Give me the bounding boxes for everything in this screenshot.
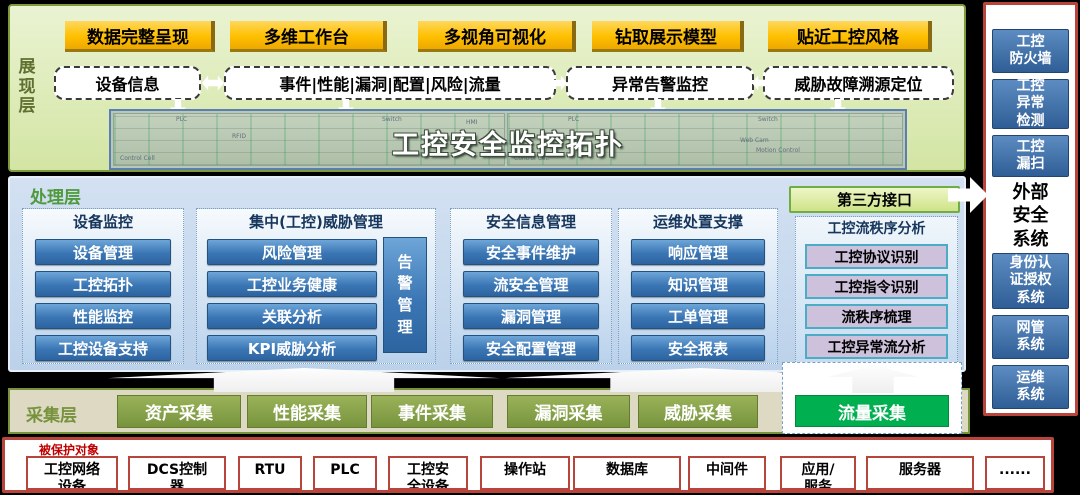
system-identity-auth: 身份认 证授权 系统 <box>992 253 1069 309</box>
module-knowledge-management: 知识管理 <box>631 271 765 297</box>
module-performance-monitor: 性能监控 <box>35 303 171 329</box>
feature-button-data-presentation: 数据完整呈现 <box>65 21 215 52</box>
group-flow-order-analysis: 工控流秩序分析 工控协议识别 工控指令识别 流秩序梳理 工控异常流分析 <box>795 216 958 366</box>
module-ics-abnormal-flow-analysis: 工控异常流分析 <box>805 334 948 359</box>
feature-button-ics-style: 贴近工控风格 <box>768 21 932 52</box>
module-vulnerability-management: 漏洞管理 <box>463 303 599 329</box>
presentation-layer-label: 展 现 层 <box>15 58 39 117</box>
group-title: 设备监控 <box>23 209 183 233</box>
external-systems-label: 外部 安全 系统 <box>986 181 1075 251</box>
object-server: 服务器 <box>866 456 974 490</box>
module-ics-business-health: 工控业务健康 <box>207 271 377 297</box>
system-ops-mgmt: 运维 系统 <box>992 365 1069 409</box>
view-box-event-metrics: 事件|性能|漏洞|配置|风险|流量 <box>224 66 556 100</box>
group-title: 运维处置支撑 <box>619 209 777 233</box>
module-flow-security-management: 流安全管理 <box>463 271 599 297</box>
object-plc: PLC <box>313 456 377 490</box>
collect-vulnerability: 漏洞采集 <box>507 395 630 428</box>
group-title: 工控流秩序分析 <box>796 217 957 239</box>
group-device-monitoring: 设备监控 设备管理 工控拓扑 性能监控 工控设备支持 <box>22 208 184 364</box>
presentation-layer: 展 现 层 数据完整呈现 多维工作台 多视角可视化 钻取展示模型 贴近工控风格 … <box>8 4 966 172</box>
collect-threat: 威胁采集 <box>638 395 758 428</box>
module-device-management: 设备管理 <box>35 239 171 265</box>
topology-image: PLC Switch HMI RFID Control Cell PLC Swi… <box>109 109 907 170</box>
processing-layer: 处理层 设备监控 设备管理 工控拓扑 性能监控 工控设备支持 集中(工控)威胁管… <box>8 176 966 372</box>
module-alarm-management: 告 警 管 理 <box>383 237 427 353</box>
module-ics-topology: 工控拓扑 <box>35 271 171 297</box>
system-ics-firewall: 工控 防火墙 <box>992 29 1069 73</box>
group-ops-support: 运维处置支撑 响应管理 知识管理 工单管理 安全报表 <box>618 208 778 364</box>
protected-objects: 被保护对象 工控网络 设备 DCS控制 器 RTU PLC 工控安 全设备 操作… <box>2 437 1054 493</box>
system-network-mgmt: 网管 系统 <box>992 315 1069 359</box>
object-ics-network-device: 工控网络 设备 <box>26 456 118 490</box>
flow-collect-connector: 流量采集 <box>782 362 962 434</box>
module-correlation-analysis: 关联分析 <box>207 303 377 329</box>
external-security-systems: 工控 防火墙 工控 异常 检测 工控 漏扫 外部 安全 系统 身份认 证授权 系… <box>983 2 1078 416</box>
object-rtu: RTU <box>238 456 302 490</box>
module-response-management: 响应管理 <box>631 239 765 265</box>
module-ics-device-support: 工控设备支持 <box>35 335 171 361</box>
collection-layer: 采集层 资产采集 性能采集 事件采集 漏洞采集 威胁采集 流量采集 <box>8 388 970 434</box>
object-operator-station: 操作站 <box>480 456 570 490</box>
view-box-alarm-monitor: 异常告警监控 <box>566 66 754 100</box>
object-middleware: 中间件 <box>688 456 766 490</box>
third-party-interface-box: 第三方接口 <box>789 186 960 213</box>
collect-flow: 流量采集 <box>795 395 949 427</box>
group-title: 安全信息管理 <box>451 209 611 233</box>
feature-button-workbench: 多维工作台 <box>230 21 387 52</box>
view-box-device-info: 设备信息 <box>54 66 201 100</box>
module-risk-management: 风险管理 <box>207 239 377 265</box>
object-dcs-controller: DCS控制 器 <box>128 456 226 490</box>
collect-asset: 资产采集 <box>117 395 241 428</box>
module-ics-command-identification: 工控指令识别 <box>805 274 948 299</box>
module-security-report: 安全报表 <box>631 335 765 361</box>
view-box-threat-tracing: 威胁故障溯源定位 <box>763 66 954 100</box>
feature-button-drilldown-model: 钻取展示模型 <box>592 21 744 52</box>
object-ellipsis: ...... <box>985 456 1045 490</box>
diagram-root: 展 现 层 数据完整呈现 多维工作台 多视角可视化 钻取展示模型 贴近工控风格 … <box>0 0 1080 495</box>
module-security-event-maintenance: 安全事件维护 <box>463 239 599 265</box>
processing-layer-label: 处理层 <box>30 183 81 208</box>
double-arrow-icon <box>202 74 224 92</box>
collection-layer-label: 采集层 <box>26 401 77 426</box>
group-threat-management: 集中(工控)威胁管理 风险管理 工控业务健康 关联分析 KPI威胁分析 告 警 … <box>196 208 436 364</box>
group-title: 集中(工控)威胁管理 <box>197 209 435 233</box>
object-database: 数据库 <box>573 456 681 490</box>
topology-title: 工控安全监控拓扑 <box>111 123 905 162</box>
feature-button-visualization: 多视角可视化 <box>418 21 576 52</box>
system-ics-anomaly-detection: 工控 异常 检测 <box>992 79 1069 129</box>
module-security-config-management: 安全配置管理 <box>463 335 599 361</box>
module-ticket-management: 工单管理 <box>631 303 765 329</box>
object-ics-security-device: 工控安 全设备 <box>388 456 468 490</box>
up-arrow-icon <box>828 365 918 393</box>
module-kpi-threat-analysis: KPI威胁分析 <box>207 335 377 361</box>
collect-performance: 性能采集 <box>247 395 367 428</box>
system-ics-vuln-scanner: 工控 漏扫 <box>992 135 1069 177</box>
object-application-service: 应用/ 服务 <box>780 456 856 490</box>
module-ics-protocol-identification: 工控协议识别 <box>805 244 948 269</box>
collect-event: 事件采集 <box>371 395 493 428</box>
group-security-info-management: 安全信息管理 安全事件维护 流安全管理 漏洞管理 安全配置管理 <box>450 208 612 364</box>
module-flow-order-sorting: 流秩序梳理 <box>805 304 948 329</box>
